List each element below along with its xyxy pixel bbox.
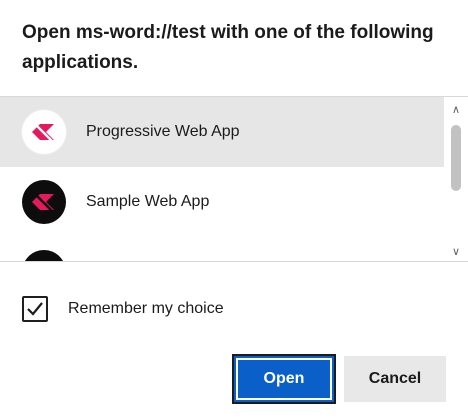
scrollbar-thumb[interactable]: [451, 125, 461, 191]
app-item-label: Sample Web App: [86, 193, 210, 210]
dialog-title: Open ms-word://test with one of the foll…: [22, 22, 434, 73]
checkmark-icon: [27, 302, 43, 316]
list-scrollbar[interactable]: ∧ ∨: [444, 97, 468, 261]
scroll-down-icon[interactable]: ∨: [444, 241, 468, 261]
remember-choice-row[interactable]: Remember my choice: [22, 296, 224, 322]
remember-choice-checkbox[interactable]: [22, 296, 48, 322]
app-item-partial[interactable]: [0, 237, 444, 261]
app-icon: [22, 250, 66, 261]
remember-choice-label: Remember my choice: [68, 300, 224, 317]
pwa-logo-icon: [22, 180, 66, 224]
cancel-button[interactable]: Cancel: [344, 356, 446, 402]
app-list[interactable]: Progressive Web App Sample Web App: [0, 97, 444, 261]
app-item-progressive-web-app[interactable]: Progressive Web App: [0, 97, 444, 167]
open-with-dialog: Open ms-word://test with one of the foll…: [0, 0, 468, 420]
app-list-container: Progressive Web App Sample Web App ∧ ∨: [0, 96, 468, 262]
app-item-label: Progressive Web App: [86, 123, 240, 140]
scroll-up-icon[interactable]: ∧: [444, 99, 468, 119]
app-item-sample-web-app[interactable]: Sample Web App: [0, 167, 444, 237]
pwa-logo-icon: [22, 110, 66, 154]
open-button[interactable]: Open: [234, 356, 334, 402]
